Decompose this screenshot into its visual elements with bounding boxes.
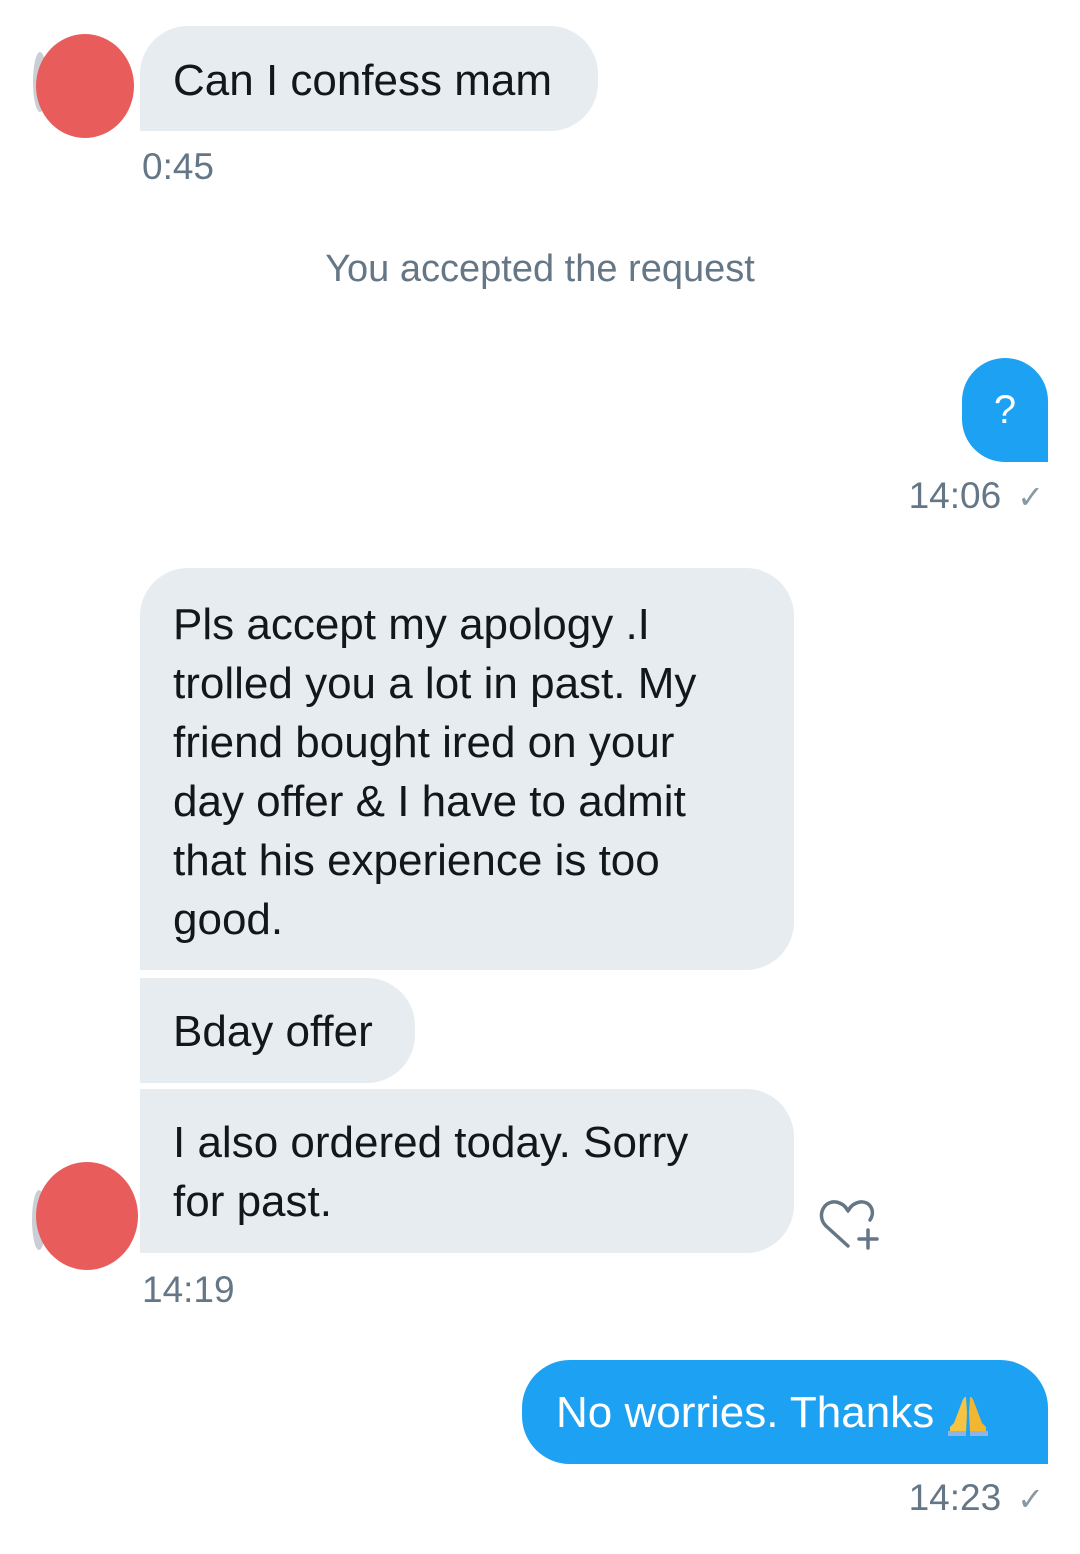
message-bubble-incoming[interactable]: Bday offer	[140, 978, 415, 1083]
message-line: friend bought ired on your	[173, 718, 675, 767]
message-text: ?	[993, 388, 1017, 432]
message-line: trolled you a lot in past. My	[173, 659, 697, 708]
check-icon: ✓	[1017, 479, 1044, 515]
message-bubble-outgoing[interactable]: ?	[962, 358, 1048, 462]
message-timestamp: 14:06 ✓	[909, 474, 1044, 519]
message-line: Pls accept my apology .I	[173, 600, 650, 649]
message-text: No worries. Thanks	[556, 1388, 935, 1437]
check-icon: ✓	[1017, 1481, 1044, 1517]
like-heart-plus-icon[interactable]	[818, 1196, 882, 1252]
message-line: day offer & I have to admit	[173, 777, 686, 826]
message-bubble-outgoing[interactable]: No worries. Thanks	[522, 1360, 1048, 1464]
timestamp-text: 14:06	[908, 475, 1002, 516]
system-message: You accepted the request	[325, 248, 755, 290]
message-timestamp: 14:23 ✓	[909, 1476, 1044, 1521]
folded-hands-emoji	[948, 1397, 989, 1437]
message-timestamp: 0:45	[142, 146, 215, 187]
timestamp-text: 14:23	[908, 1477, 1002, 1518]
message-line: good.	[173, 895, 284, 944]
message-bubble-incoming[interactable]: Can I confess mam	[140, 26, 598, 131]
message-bubble-incoming[interactable]: Pls accept my apology .I trolled you a l…	[140, 568, 794, 970]
avatar[interactable]	[36, 1162, 138, 1270]
message-text: Bday offer	[173, 1007, 373, 1056]
message-text: Can I confess mam	[173, 56, 553, 105]
message-line: for past.	[173, 1177, 332, 1226]
avatar[interactable]	[36, 34, 134, 138]
message-timestamp: 14:19	[142, 1269, 235, 1310]
message-line: I also ordered today. Sorry	[173, 1118, 689, 1167]
message-line: that his experience is too	[173, 836, 660, 885]
message-bubble-incoming[interactable]: I also ordered today. Sorry for past.	[140, 1089, 794, 1253]
